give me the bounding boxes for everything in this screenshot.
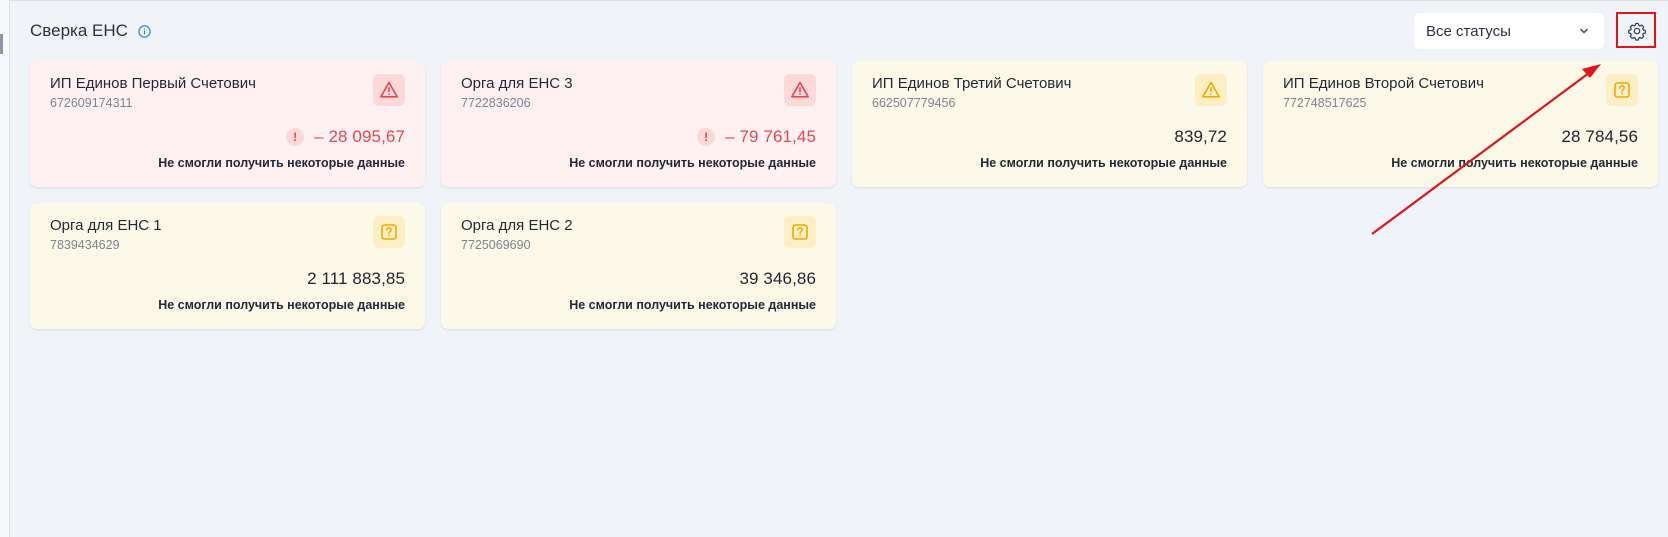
top-divider <box>9 0 1668 1</box>
card-inn: 772748517625 <box>1283 96 1367 110</box>
card-note: Не смогли получить некоторые данные <box>569 156 816 170</box>
card-org-name: ИП Единов Первый Счетович <box>50 75 256 92</box>
card-amount: 39 346,86 <box>739 269 816 288</box>
chevron-down-icon <box>1578 25 1590 37</box>
card-note: Не смогли получить некоторые данные <box>158 298 405 312</box>
card-note: Не смогли получить некоторые данные <box>158 156 405 170</box>
error-badge-icon: ! <box>697 128 716 146</box>
warning-triangle-icon <box>373 74 405 106</box>
card-amount: – 28 095,67 <box>314 127 405 146</box>
page-header: Сверка ЕНС <box>30 18 151 44</box>
gear-icon <box>1627 21 1647 41</box>
card-note: Не смогли получить некоторые данные <box>569 298 816 312</box>
status-filter-select[interactable]: Все статусы <box>1414 13 1604 49</box>
left-panel-edge <box>0 0 10 537</box>
panel-edge-marker <box>0 34 3 54</box>
org-card[interactable]: ИП Единов Второй Счетович 772748517625 2… <box>1263 61 1658 187</box>
error-badge-icon: ! <box>286 128 305 146</box>
org-card[interactable]: ИП Единов Третий Счетович 662507779456 8… <box>852 61 1247 187</box>
card-amount-row: ! – 28 095,67 <box>286 127 405 147</box>
card-inn: 7839434629 <box>50 238 120 252</box>
card-note: Не смогли получить некоторые данные <box>980 156 1227 170</box>
org-card[interactable]: Орга для ЕНС 1 7839434629 2 111 883,85 Н… <box>30 203 425 329</box>
card-inn: 672609174311 <box>50 96 133 110</box>
warning-triangle-icon <box>1195 74 1227 106</box>
org-card[interactable]: Орга для ЕНС 2 7725069690 39 346,86 Не с… <box>441 203 836 329</box>
question-icon <box>1606 74 1638 106</box>
card-inn: 662507779456 <box>872 96 956 110</box>
card-amount-row: 28 784,56 <box>1561 127 1638 147</box>
info-icon[interactable] <box>138 24 151 38</box>
card-amount-row: 839,72 <box>1174 127 1227 147</box>
card-amount-row: 39 346,86 <box>739 269 816 289</box>
warning-triangle-icon <box>784 74 816 106</box>
cards-grid: ИП Единов Первый Счетович 672609174311 !… <box>30 61 1658 329</box>
card-inn: 7722836206 <box>461 96 531 110</box>
question-icon <box>373 216 405 248</box>
card-org-name: Орга для ЕНС 1 <box>50 217 162 234</box>
card-amount: 839,72 <box>1174 127 1227 146</box>
card-inn: 7725069690 <box>461 238 531 252</box>
org-card[interactable]: ИП Единов Первый Счетович 672609174311 !… <box>30 61 425 187</box>
card-amount: 2 111 883,85 <box>307 269 405 288</box>
card-note: Не смогли получить некоторые данные <box>1391 156 1638 170</box>
card-org-name: Орга для ЕНС 3 <box>461 75 573 92</box>
question-icon <box>784 216 816 248</box>
card-amount-row: 2 111 883,85 <box>307 269 405 289</box>
settings-button[interactable] <box>1618 13 1656 49</box>
page-title: Сверка ЕНС <box>30 21 128 40</box>
card-amount: – 79 761,45 <box>725 127 816 146</box>
card-org-name: ИП Единов Третий Счетович <box>872 75 1072 92</box>
org-card[interactable]: Орга для ЕНС 3 7722836206 ! – 79 761,45 … <box>441 61 836 187</box>
card-org-name: Орга для ЕНС 2 <box>461 217 573 234</box>
card-org-name: ИП Единов Второй Счетович <box>1283 75 1484 92</box>
status-filter-value: Все статусы <box>1426 22 1511 40</box>
card-amount-row: ! – 79 761,45 <box>697 127 816 147</box>
card-amount: 28 784,56 <box>1561 127 1638 146</box>
